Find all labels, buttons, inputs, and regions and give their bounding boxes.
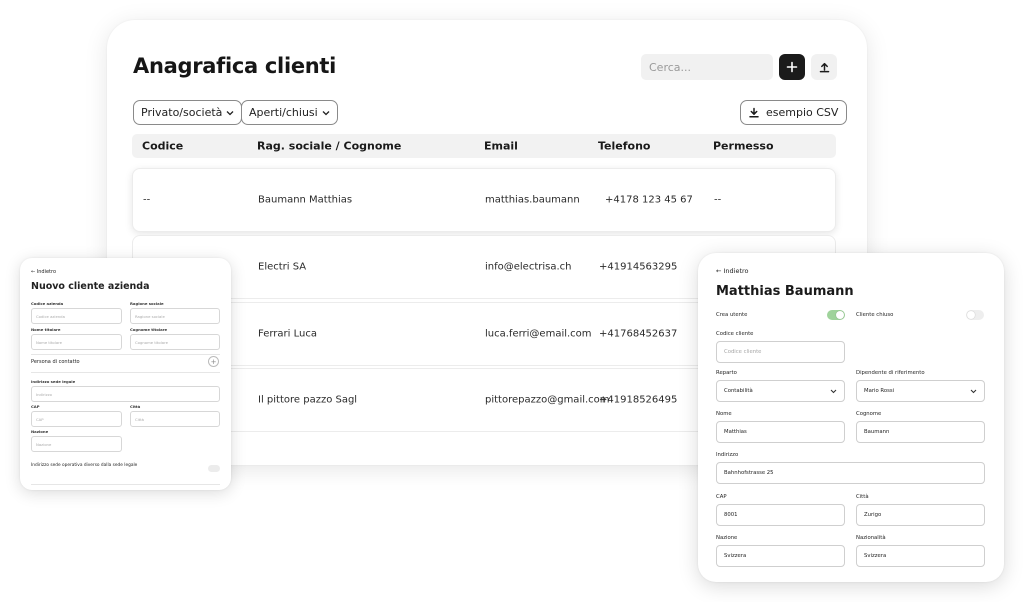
- column-header-codice: Codice: [142, 139, 184, 153]
- cognome-titolare-field[interactable]: Cognome titolare: [130, 334, 220, 350]
- cell-email: pittorepazzo@gmail.com: [485, 394, 610, 406]
- cap-label: CAP: [716, 494, 727, 500]
- cell-nome: Il pittore pazzo Sagl: [258, 394, 358, 406]
- cliente-chiuso-toggle[interactable]: [966, 310, 984, 320]
- citta-field[interactable]: Zurigo: [856, 504, 985, 526]
- citta-label: Città: [130, 404, 141, 409]
- csv-example-button[interactable]: esempio CSV: [740, 100, 848, 125]
- indirizzo-label: Indirizzo sede legale: [31, 379, 76, 384]
- codice-azienda-field[interactable]: Codice azienda: [31, 308, 122, 324]
- sede-operativa-label: Indirizzo sede operativa diverso dalla s…: [31, 463, 138, 468]
- divider: [31, 354, 220, 355]
- chevron-down-icon: [970, 389, 977, 393]
- nazionalita-label: Nazionalità: [856, 535, 886, 541]
- panel-title: Nuovo cliente azienda: [31, 281, 150, 292]
- reparto-value: Contabilità: [724, 388, 753, 394]
- chevron-down-icon: [322, 110, 330, 115]
- cell-telefono: +4178 123 45 67: [605, 194, 693, 206]
- status-filter-label: Aperti/chiusi: [249, 106, 318, 119]
- add-client-button[interactable]: [779, 54, 805, 80]
- search-input[interactable]: [641, 54, 773, 80]
- type-filter-select[interactable]: Privato/società: [133, 100, 243, 125]
- table-row[interactable]: -- Baumann Matthias matthias.baumann +41…: [132, 168, 836, 232]
- citta-field[interactable]: Città: [130, 411, 220, 427]
- cell-nome: Electri SA: [258, 261, 307, 273]
- csv-example-label: esempio CSV: [766, 106, 839, 119]
- plus-icon: +: [210, 357, 217, 366]
- codice-cliente-label: Codice cliente: [716, 331, 754, 337]
- add-contact-button[interactable]: +: [208, 356, 219, 367]
- sede-operativa-toggle[interactable]: [208, 465, 220, 472]
- upload-button[interactable]: [811, 54, 837, 80]
- cell-telefono: +41918526495: [599, 394, 678, 406]
- type-filter-label: Privato/società: [141, 106, 223, 119]
- indirizzo-field[interactable]: Indirizzo: [31, 386, 220, 402]
- nazione-label: Nazione: [31, 429, 49, 434]
- back-link[interactable]: ← Indietro: [31, 269, 56, 275]
- cell-permesso: --: [714, 194, 722, 206]
- page-title: Anagrafica clienti: [133, 54, 337, 78]
- cell-nome: Ferrari Luca: [258, 328, 317, 340]
- table-header: Codice Rag. sociale / Cognome Email Tele…: [132, 134, 836, 158]
- cell-codice: --: [143, 194, 151, 206]
- dipendente-value: Mario Rossi: [864, 388, 895, 394]
- nome-titolare-field[interactable]: Nome titolare: [31, 334, 122, 350]
- cognome-titolare-label: Cognome titolare: [130, 327, 168, 332]
- nazione-field[interactable]: Nazione: [31, 436, 122, 452]
- cell-email: info@electrisa.ch: [485, 261, 572, 273]
- cap-label: CAP: [31, 404, 40, 409]
- chevron-down-icon: [226, 110, 234, 115]
- reparto-label: Reparto: [716, 370, 737, 376]
- client-detail-panel: ← Indietro Matthias Baumann Crea utente …: [698, 253, 1004, 582]
- column-header-email: Email: [484, 139, 518, 153]
- cell-telefono: +41914563295: [599, 261, 678, 273]
- ragione-sociale-label: Ragione sociale: [130, 301, 164, 306]
- codice-azienda-label: Codice azienda: [31, 301, 64, 306]
- cell-email: luca.ferri@email.com: [485, 328, 592, 340]
- new-company-panel: ← Indietro Nuovo cliente azienda Codice …: [20, 258, 231, 490]
- nazione-field[interactable]: Svizzera: [716, 545, 845, 567]
- crea-utente-toggle[interactable]: [827, 310, 845, 320]
- nome-titolare-label: Nome titolare: [31, 327, 61, 332]
- contact-section-label: Persona di contatto: [31, 359, 80, 365]
- cell-nome: Baumann Matthias: [258, 194, 353, 206]
- codice-cliente-field[interactable]: Codice cliente: [716, 341, 845, 363]
- cell-email: matthias.baumann: [485, 194, 580, 206]
- cap-field[interactable]: 8001: [716, 504, 845, 526]
- ragione-sociale-field[interactable]: Ragione sociale: [130, 308, 220, 324]
- column-header-permesso: Permesso: [713, 139, 774, 153]
- reparto-select[interactable]: Contabilità: [716, 380, 845, 402]
- cognome-label: Cognome: [856, 411, 882, 417]
- citta-label: Città: [856, 494, 869, 500]
- chevron-down-icon: [830, 389, 837, 393]
- dipendente-select[interactable]: Mario Rossi: [856, 380, 985, 402]
- cognome-field[interactable]: Baumann: [856, 421, 985, 443]
- dipendente-label: Dipendente di riferimento: [856, 370, 925, 376]
- cell-telefono: +41768452637: [599, 328, 678, 340]
- nome-field[interactable]: Matthias: [716, 421, 845, 443]
- status-filter-select[interactable]: Aperti/chiusi: [241, 100, 338, 125]
- nazione-label: Nazione: [716, 535, 738, 541]
- plus-icon: [786, 61, 798, 73]
- column-header-nome: Rag. sociale / Cognome: [257, 139, 402, 153]
- indirizzo-field[interactable]: Bahnhofstrasse 25: [716, 462, 985, 484]
- nome-label: Nome: [716, 411, 732, 417]
- panel-title: Matthias Baumann: [716, 284, 854, 299]
- divider: [31, 372, 220, 373]
- cliente-chiuso-label: Cliente chiuso: [856, 312, 894, 318]
- indirizzo-label: Indirizzo: [716, 452, 739, 458]
- upload-icon: [819, 62, 829, 72]
- divider: [31, 484, 220, 485]
- nazionalita-field[interactable]: Svizzera: [856, 545, 985, 567]
- column-header-telefono: Telefono: [598, 139, 651, 153]
- cap-field[interactable]: CAP: [31, 411, 122, 427]
- download-icon: [749, 107, 759, 118]
- back-link[interactable]: ← Indietro: [716, 267, 749, 275]
- crea-utente-label: Crea utente: [716, 312, 748, 318]
